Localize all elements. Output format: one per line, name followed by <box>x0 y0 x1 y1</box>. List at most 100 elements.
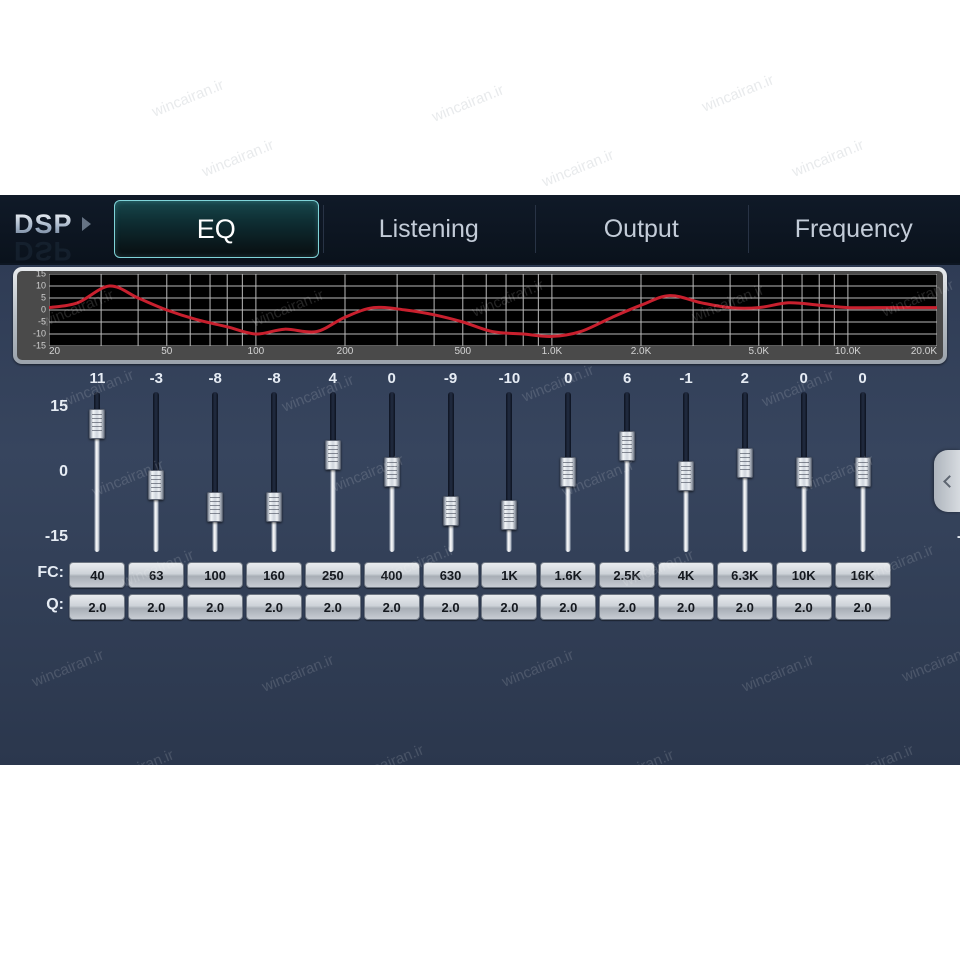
slider-track-lower <box>860 484 866 552</box>
watermark: wincairan.ir <box>429 81 507 126</box>
watermark: wincairan.ir <box>879 86 957 131</box>
eq-band-slider[interactable] <box>489 392 529 552</box>
eq-band-slider[interactable] <box>784 392 824 552</box>
gain-scale-tick: 15 <box>938 398 960 416</box>
q-cell[interactable]: 2.0 <box>69 594 126 620</box>
graph-x-tick: 20.0K <box>910 346 937 357</box>
slider-track-upper <box>741 392 748 452</box>
fc-cell[interactable]: 6.3K <box>716 562 773 588</box>
q-cell[interactable]: 2.0 <box>658 594 714 620</box>
slider-track-upper <box>329 392 336 443</box>
watermark: wincairan.ir <box>59 16 137 61</box>
eq-band-slider[interactable] <box>77 392 117 552</box>
tab-eq-label: EQ <box>113 200 319 258</box>
fc-cell[interactable]: 63 <box>128 562 185 588</box>
gain-value: 0 <box>858 370 867 387</box>
slider-thumb[interactable] <box>560 457 577 487</box>
slider-thumb[interactable] <box>207 491 224 522</box>
eq-band-slider[interactable] <box>548 392 588 552</box>
fc-cells[interactable]: 40 63 100 160 250 400 630 1K 1.6K 2.5K 4K 6.3K 10K 16… <box>68 562 892 588</box>
q-cell[interactable]: 2.0 <box>481 594 538 620</box>
q-cell[interactable]: 2.0 <box>422 594 479 620</box>
slider-thumb[interactable] <box>854 457 871 487</box>
watermark: wincairan.ir <box>419 841 497 886</box>
fc-cell[interactable]: 2.5K <box>599 562 656 588</box>
fc-cell[interactable]: 16K <box>834 562 891 588</box>
fc-cell[interactable]: 4K <box>658 562 714 588</box>
eq-band-slider[interactable] <box>607 392 647 552</box>
graph-inner-frame: 15 10 5 0 -5 -10 -15 20 50 100 200 500 1.0K 2.0K 5.0K… <box>17 271 943 360</box>
eq-band-slider[interactable] <box>313 392 353 552</box>
slider-thumb[interactable] <box>383 457 400 487</box>
slider-track-lower <box>742 475 748 552</box>
slider-track-lower <box>389 484 395 552</box>
eq-response-graph[interactable]: 15 10 5 0 -5 -10 -15 20 50 100 200 500 1.0K 2.0K 5.0K… <box>13 267 947 364</box>
slider-track-lower <box>153 497 159 552</box>
dsp-logo: DSP DSP <box>0 195 110 266</box>
fc-cell[interactable]: 1K <box>481 562 538 588</box>
q-row: Q: 2.0 2.0 2.0 2.0 2.0 2.0 2.0 2.0 2.0 2.0 2.0 2.0 2… <box>0 594 960 620</box>
eq-band-slider[interactable] <box>843 392 883 552</box>
eq-band-slider[interactable] <box>136 392 176 552</box>
slider-thumb[interactable] <box>324 439 341 470</box>
tab-listening[interactable]: Listening <box>322 195 536 263</box>
slider-thumb[interactable] <box>736 448 753 479</box>
slider-thumb[interactable] <box>795 457 812 487</box>
q-cell[interactable]: 2.0 <box>363 594 420 620</box>
q-cell[interactable]: 2.0 <box>599 594 656 620</box>
side-panel-toggle[interactable] <box>934 450 960 512</box>
q-cell[interactable]: 2.0 <box>246 594 302 620</box>
slider-thumb[interactable] <box>678 461 694 492</box>
fc-row-label: FC: <box>37 564 64 581</box>
q-cell[interactable]: 2.0 <box>775 594 832 620</box>
fc-cell[interactable]: 40 <box>69 562 126 588</box>
fc-cell[interactable]: 10K <box>775 562 832 588</box>
slider-group[interactable] <box>68 392 892 552</box>
gain-value: 0 <box>387 370 396 387</box>
q-cell[interactable]: 2.0 <box>128 594 185 620</box>
tab-frequency[interactable]: Frequency <box>747 195 960 263</box>
slider-thumb[interactable] <box>619 431 636 461</box>
slider-track-upper <box>800 392 807 460</box>
gain-value: 4 <box>328 370 338 387</box>
slider-thumb[interactable] <box>89 409 106 440</box>
eq-band-slider[interactable] <box>195 392 235 552</box>
eq-band-slider[interactable] <box>666 392 706 552</box>
gain-value: 0 <box>564 370 573 387</box>
q-cell[interactable]: 2.0 <box>834 594 891 620</box>
gain-value: 6 <box>622 370 632 387</box>
tab-list: EQ Listening Output Frequency <box>110 195 960 263</box>
slider-thumb[interactable] <box>266 491 282 522</box>
eq-band-slider[interactable] <box>254 392 294 552</box>
eq-response-curve <box>49 286 937 337</box>
tab-output[interactable]: Output <box>535 195 748 263</box>
top-tab-bar: DSP DSP EQ Listening Output Frequency <box>0 195 960 266</box>
fc-cell[interactable]: 250 <box>304 562 361 588</box>
watermark: wincairan.ir <box>299 11 377 56</box>
q-cell[interactable]: 2.0 <box>187 594 244 620</box>
fc-cell[interactable]: 1.6K <box>540 562 597 588</box>
eq-band-slider[interactable] <box>372 392 412 552</box>
gain-scale-tick: 0 <box>59 463 68 480</box>
slider-thumb[interactable] <box>148 470 165 500</box>
dsp-device-panel: DSP DSP EQ Listening Output Frequency 15… <box>0 195 960 765</box>
graph-x-tick: 500 <box>454 346 472 357</box>
fc-cell[interactable]: 630 <box>422 562 479 588</box>
fc-cell[interactable]: 100 <box>187 562 244 588</box>
slider-track-upper <box>212 392 219 495</box>
slider-track-upper <box>506 392 513 504</box>
fc-cell[interactable]: 160 <box>246 562 302 588</box>
q-cell[interactable]: 2.0 <box>716 594 773 620</box>
eq-band-slider[interactable] <box>431 392 471 552</box>
q-cell[interactable]: 2.0 <box>540 594 597 620</box>
tab-eq[interactable]: EQ <box>110 195 323 263</box>
slider-thumb[interactable] <box>501 500 518 531</box>
logo-arrow-icon <box>82 217 91 231</box>
q-cells[interactable]: 2.0 2.0 2.0 2.0 2.0 2.0 2.0 2.0 2.0 2.0 2.0 2.0 2.0 2… <box>68 594 892 620</box>
watermark: wincairan.ir <box>149 846 227 891</box>
slider-thumb[interactable] <box>442 496 459 526</box>
tab-frequency-label: Frequency <box>794 214 913 243</box>
fc-cell[interactable]: 400 <box>363 562 420 588</box>
q-cell[interactable]: 2.0 <box>304 594 361 620</box>
eq-band-slider[interactable] <box>725 392 765 552</box>
